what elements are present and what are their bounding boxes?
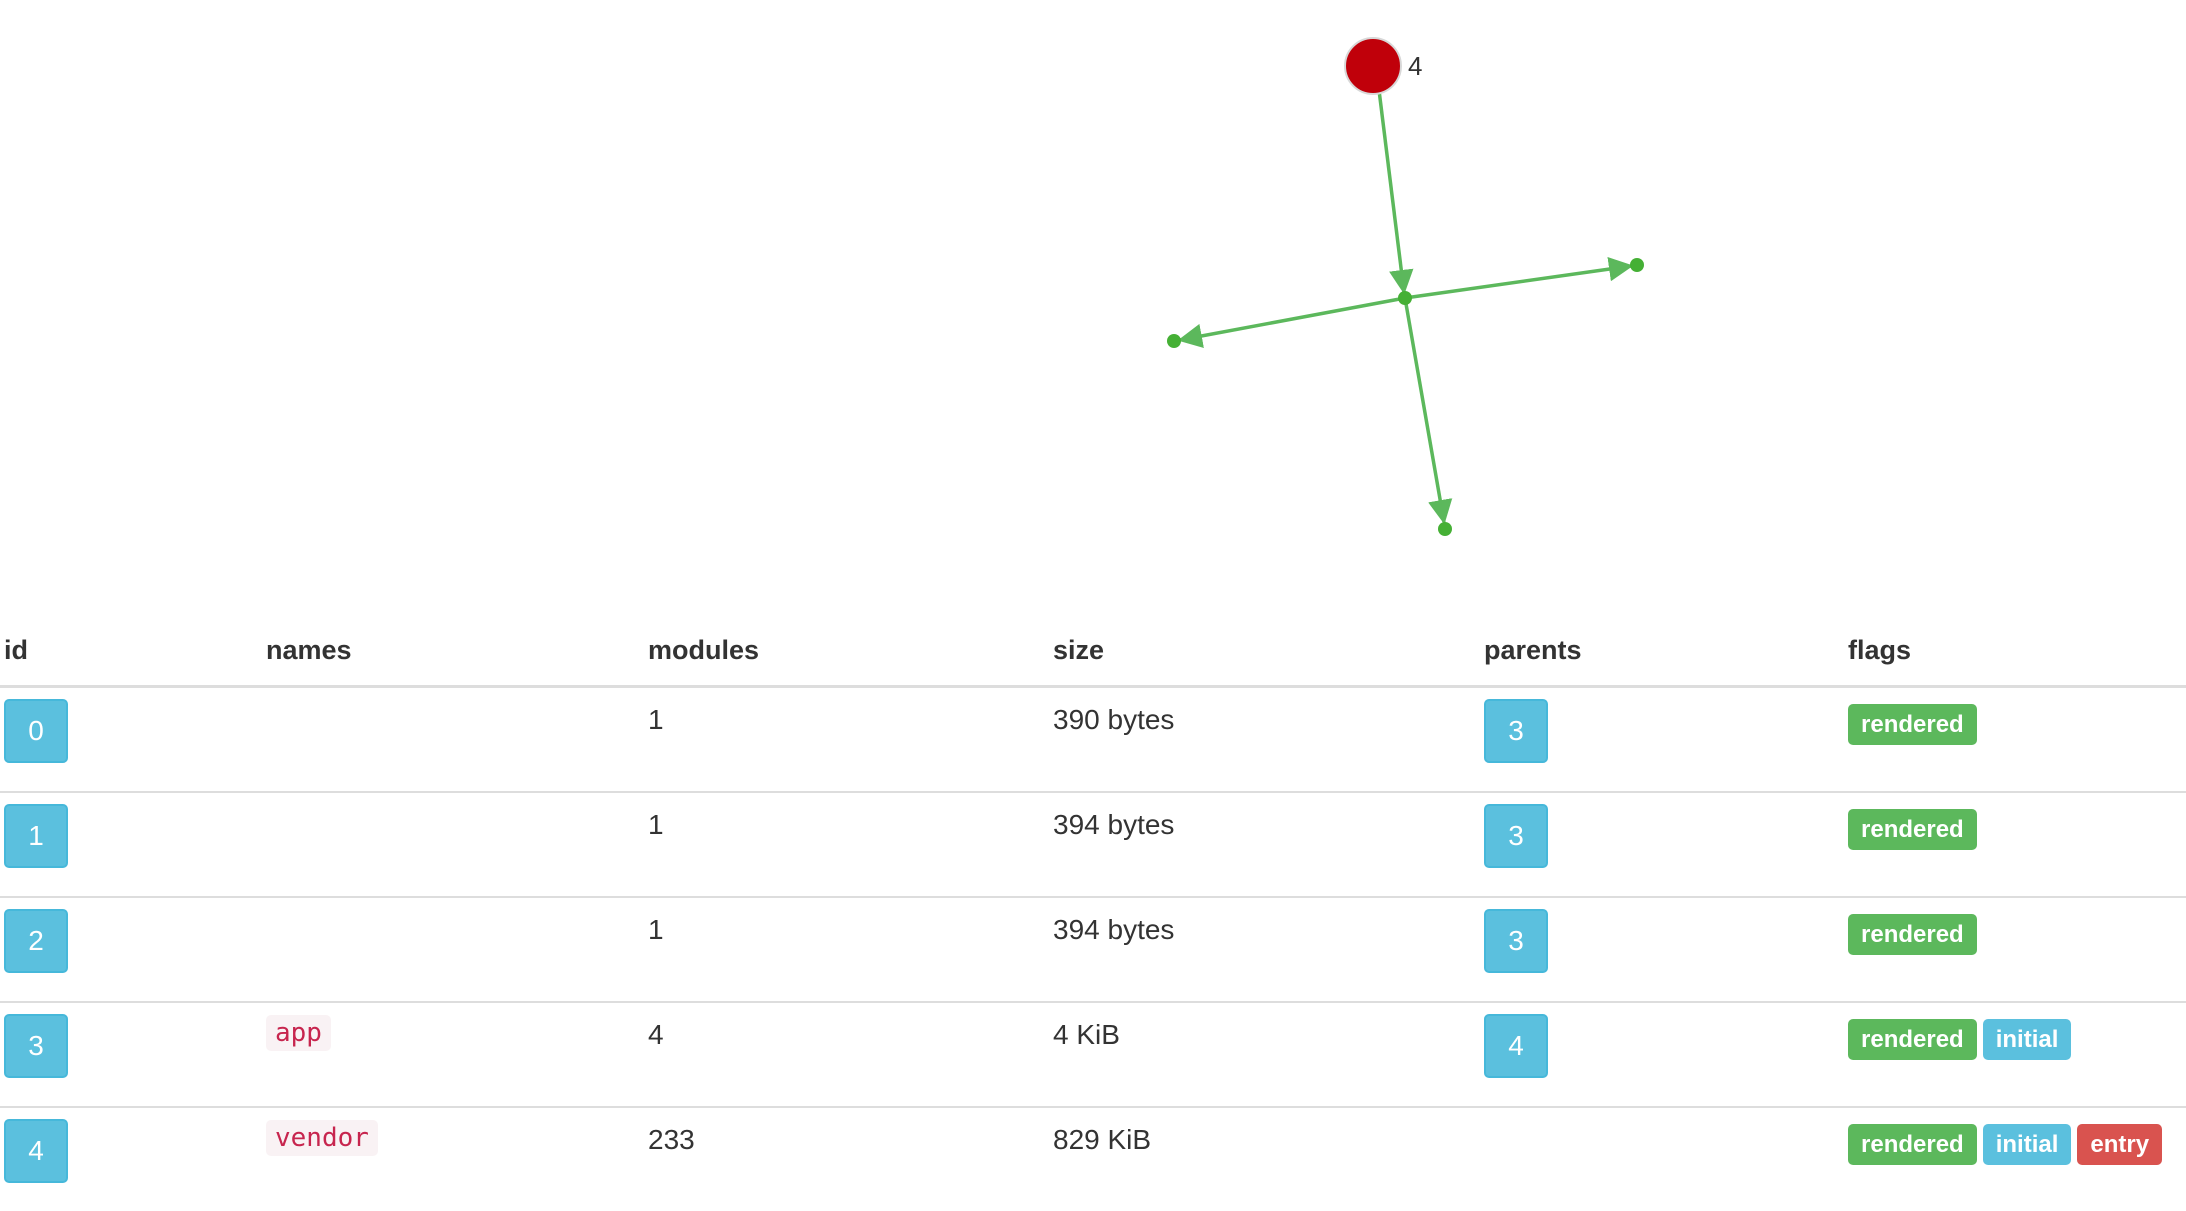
chunk-id-button[interactable]: 2 [4, 909, 68, 973]
flag-initial-badge: initial [1982, 1124, 2072, 1165]
chunks-table-container: id names modules size parents flags 0 1 … [0, 615, 2186, 1211]
flag-initial-badge: initial [1982, 1019, 2072, 1060]
chunk-modules: 233 [648, 1124, 695, 1155]
table-row: 1 1 394 bytes 3 rendered [0, 791, 2186, 897]
header-size: size [1049, 615, 1480, 688]
graph-node-4[interactable] [1344, 37, 1402, 95]
flag-rendered-badge: rendered [1848, 704, 1977, 745]
flag-entry-badge: entry [2077, 1124, 2163, 1165]
chunk-size: 390 bytes [1053, 704, 1175, 735]
chunks-table: id names modules size parents flags 0 1 … [0, 615, 2186, 1211]
chunk-graph: 4 [1167, 37, 1644, 536]
flag-rendered-badge: rendered [1848, 809, 1977, 850]
chunk-size: 4 KiB [1053, 1019, 1120, 1050]
table-row: 3 app 4 4 KiB 4 rendered initial [0, 1001, 2186, 1107]
chunk-name: vendor [266, 1120, 378, 1156]
parent-chunk-button[interactable]: 3 [1484, 699, 1548, 763]
chunk-modules: 4 [648, 1019, 664, 1050]
chunk-id-button[interactable]: 1 [4, 804, 68, 868]
table-row: 2 1 394 bytes 3 rendered [0, 896, 2186, 1002]
chunk-id-button[interactable]: 3 [4, 1014, 68, 1078]
flag-rendered-badge: rendered [1848, 1019, 1977, 1060]
graph-edge-3-2 [1403, 297, 1453, 525]
graph-node-3[interactable] [1398, 291, 1412, 305]
chunk-size: 394 bytes [1053, 914, 1175, 945]
chunk-modules: 1 [648, 809, 664, 840]
flag-rendered-badge: rendered [1848, 1124, 1977, 1165]
graph-node-1[interactable] [1167, 334, 1181, 348]
header-id: id [0, 615, 262, 688]
parent-chunk-button[interactable]: 3 [1484, 909, 1548, 973]
parent-chunk-button[interactable]: 3 [1484, 804, 1548, 868]
header-names: names [262, 615, 644, 688]
chunk-modules: 1 [648, 914, 664, 945]
chunk-id-button[interactable]: 4 [4, 1119, 68, 1183]
graph-node-2[interactable] [1438, 522, 1452, 536]
chunk-modules: 1 [648, 704, 664, 735]
table-header-row: id names modules size parents flags [0, 615, 2186, 688]
table-row: 0 1 390 bytes 3 rendered [0, 685, 2186, 792]
header-flags: flags [1844, 615, 2186, 688]
table-row: 4 vendor 233 829 KiB rendered initial entr… [0, 1106, 2186, 1211]
header-modules: modules [644, 615, 1049, 688]
chunk-id-button[interactable]: 0 [4, 699, 68, 763]
graph-edge-4-3 [1377, 89, 1414, 295]
graph-node-4-label: 4 [1408, 51, 1422, 81]
chunk-name: app [266, 1015, 331, 1051]
flag-rendered-badge: rendered [1848, 914, 1977, 955]
graph-edge-3-0 [1404, 256, 1634, 300]
graph-edge-3-1 [1177, 296, 1406, 348]
parent-chunk-button[interactable]: 4 [1484, 1014, 1548, 1078]
header-parents: parents [1480, 615, 1844, 688]
chunk-size: 829 KiB [1053, 1124, 1152, 1155]
graph-node-0[interactable] [1630, 258, 1644, 272]
chunk-size: 394 bytes [1053, 809, 1175, 840]
